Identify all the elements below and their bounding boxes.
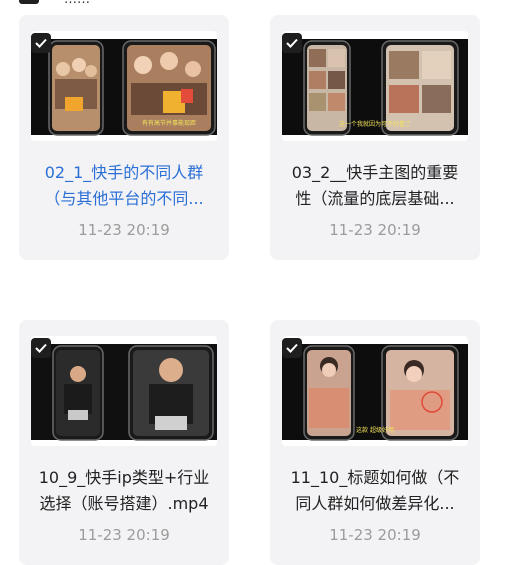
check-icon [286,38,298,48]
file-timestamp: 11-23 20:19 [78,526,170,544]
video-thumbnail[interactable]: 这一个我就因为可不好看了 [282,31,468,141]
file-title[interactable]: 03_2__快手主图的重要 性（流量的底层基础... [270,160,480,212]
thumbnail-caption: 这一个我就因为可不好看了 [339,120,411,128]
file-card[interactable]: 这一个我就因为可不好看了 03_2__快手主图的重要 性（流量的底层基础... … [270,15,480,260]
video-thumbnail[interactable]: 这款 超级好用 [282,336,468,446]
file-title-line2: 选择（账号搭建）.mp4 [39,494,209,513]
previous-row-edge: …… [0,0,511,7]
file-timestamp: 11-23 20:19 [329,221,421,239]
file-timestamp: 11-23 20:19 [329,526,421,544]
file-title-line2: 同人群如何做差异化... [295,494,455,513]
checkbox[interactable] [31,33,51,53]
file-title-line1: 03_2__快手主图的重要 [291,163,459,182]
file-timestamp: 11-23 20:19 [78,221,170,239]
file-card[interactable]: 有有高节并事能现距 02_1_快手的不同人群 （与其他平台的不同... 11-2… [19,15,229,260]
check-icon [286,343,298,353]
thumbnail-caption: 这款 超级好用 [356,426,394,434]
file-title[interactable]: 10_9_快手ip类型+行业 选择（账号搭建）.mp4 [19,465,229,517]
video-thumbnail[interactable]: 有有高节并事能现距 [31,31,217,141]
file-title-line1: 10_9_快手ip类型+行业 [38,468,210,487]
file-title-line2: （与其他平台的不同... [44,189,204,208]
checkbox[interactable] [282,338,302,358]
previous-checkbox[interactable] [19,0,39,4]
video-thumbnail[interactable] [31,336,217,446]
file-card[interactable]: 这款 超级好用 11_10_标题如何做（不 同人群如何做差异化... 11-23… [270,320,480,565]
file-title[interactable]: 11_10_标题如何做（不 同人群如何做差异化... [270,465,480,517]
file-card[interactable]: 10_9_快手ip类型+行业 选择（账号搭建）.mp4 11-23 20:19 [19,320,229,565]
checkbox[interactable] [282,33,302,53]
thumbnail-caption: 有有高节并事能现距 [142,119,196,127]
file-title-line1: 11_10_标题如何做（不 [290,468,460,487]
file-title-line1: 02_1_快手的不同人群 [44,163,204,182]
file-title-line2: 性（流量的底层基础... [295,189,455,208]
check-icon [35,38,47,48]
previous-title: …… [64,0,90,7]
file-title[interactable]: 02_1_快手的不同人群 （与其他平台的不同... [19,160,229,212]
check-icon [35,343,47,353]
checkbox[interactable] [31,338,51,358]
